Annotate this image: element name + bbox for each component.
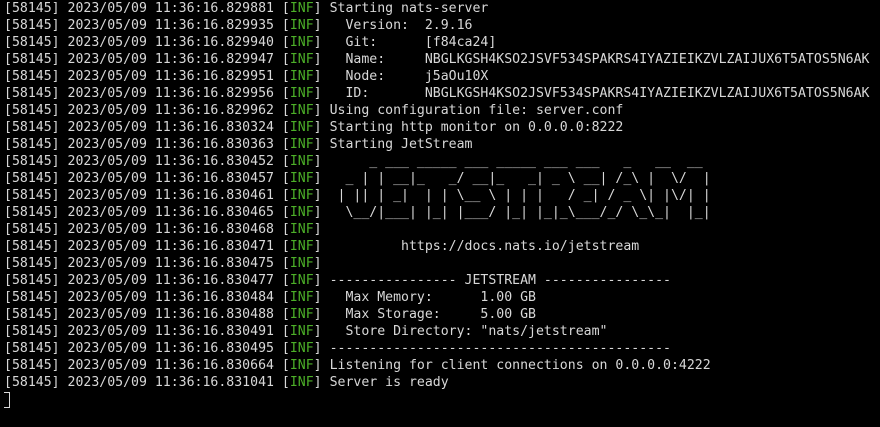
ascii-banner-line: \__/|___| |_| |___/ |_| |_|_\___/_/ \_\_…: [329, 205, 711, 220]
log-prefix: [58145] 2023/05/09 11:36:16.830471: [4, 239, 282, 254]
log-level: INF: [289, 103, 314, 118]
log-level: INF: [289, 1, 314, 16]
log-level: INF: [289, 120, 314, 135]
log-message: Store Directory: "nats/jetstream": [329, 324, 608, 339]
log-level: INF: [289, 205, 314, 220]
log-prefix: [58145] 2023/05/09 11:36:16.830477: [4, 273, 282, 288]
log-line: [58145] 2023/05/09 11:36:16.830468 [INF]: [4, 222, 330, 237]
log-message: Starting http monitor on 0.0.0.0:8222: [329, 120, 624, 135]
log-line: [58145] 2023/05/09 11:36:16.831041 [INF]…: [4, 375, 449, 390]
log-line: [58145] 2023/05/09 11:36:16.830363 [INF]…: [4, 137, 473, 152]
log-prefix: [58145] 2023/05/09 11:36:16.830457: [4, 171, 282, 186]
log-level: INF: [289, 35, 314, 50]
log-line: [58145] 2023/05/09 11:36:16.830495 [INF]…: [4, 341, 671, 356]
log-line: [58145] 2023/05/09 11:36:16.829935 [INF]…: [4, 18, 473, 33]
log-level: INF: [289, 375, 314, 390]
log-output: [58145] 2023/05/09 11:36:16.829881 [INF]…: [4, 0, 880, 408]
log-level: INF: [289, 222, 314, 237]
log-message: Listening for client connections on 0.0.…: [329, 358, 711, 373]
log-line: [58145] 2023/05/09 11:36:16.829951 [INF]…: [4, 69, 489, 84]
log-line: [58145] 2023/05/09 11:36:16.830664 [INF]…: [4, 358, 711, 373]
prompt-line[interactable]: [4, 391, 880, 408]
log-message: Using configuration file: server.conf: [329, 103, 624, 118]
log-level: INF: [289, 324, 314, 339]
log-level: INF: [289, 69, 314, 84]
log-level: INF: [289, 171, 314, 186]
log-message: Git: [f84ca24]: [329, 35, 497, 50]
log-prefix: [58145] 2023/05/09 11:36:16.830461: [4, 188, 282, 203]
log-level: INF: [289, 341, 314, 356]
ascii-banner-line: _ | | __|_ _/ __|_ _| _ \ __| /_\ | \/ |: [329, 171, 711, 186]
log-message: ID: NBGLKGSH4KSO2JSVF534SPAKRS4IYAZIEIKZ…: [329, 86, 870, 101]
log-level: INF: [289, 86, 314, 101]
ascii-banner-line: _ ___ _____ ___ _____ ___ ___ _ __ __: [329, 154, 703, 169]
log-line: [58145] 2023/05/09 11:36:16.830457 [INF]…: [4, 171, 711, 186]
log-prefix: [58145] 2023/05/09 11:36:16.830491: [4, 324, 282, 339]
log-prefix: [58145] 2023/05/09 11:36:16.830324: [4, 120, 282, 135]
log-prefix: [58145] 2023/05/09 11:36:16.830664: [4, 358, 282, 373]
log-level: INF: [289, 52, 314, 67]
log-level: INF: [289, 188, 314, 203]
log-prefix: [58145] 2023/05/09 11:36:16.831041: [4, 375, 282, 390]
log-line: [58145] 2023/05/09 11:36:16.830452 [INF]…: [4, 154, 703, 169]
log-level: INF: [289, 307, 314, 322]
log-prefix: [58145] 2023/05/09 11:36:16.830495: [4, 341, 282, 356]
log-level: INF: [289, 256, 314, 271]
log-prefix: [58145] 2023/05/09 11:36:16.829951: [4, 69, 282, 84]
log-level: INF: [289, 137, 314, 152]
log-prefix: [58145] 2023/05/09 11:36:16.829962: [4, 103, 282, 118]
jetstream-header: ---------------- JETSTREAM -------------…: [329, 273, 671, 288]
log-line: [58145] 2023/05/09 11:36:16.829956 [INF]…: [4, 86, 870, 101]
log-prefix: [58145] 2023/05/09 11:36:16.830488: [4, 307, 282, 322]
log-line: [58145] 2023/05/09 11:36:16.830488 [INF]…: [4, 307, 536, 322]
docs-url: https://docs.nats.io/jetstream: [329, 239, 640, 254]
log-prefix: [58145] 2023/05/09 11:36:16.830465: [4, 205, 282, 220]
log-line: [58145] 2023/05/09 11:36:16.830491 [INF]…: [4, 324, 608, 339]
log-message: Max Memory: 1.00 GB: [329, 290, 536, 305]
log-line: [58145] 2023/05/09 11:36:16.830461 [INF]…: [4, 188, 711, 203]
log-line: [58145] 2023/05/09 11:36:16.829962 [INF]…: [4, 103, 624, 118]
terminal-window[interactable]: [58145] 2023/05/09 11:36:16.829881 [INF]…: [0, 0, 880, 427]
log-prefix: [58145] 2023/05/09 11:36:16.830484: [4, 290, 282, 305]
log-prefix: [58145] 2023/05/09 11:36:16.830452: [4, 154, 282, 169]
log-message: Starting JetStream: [329, 137, 473, 152]
log-prefix: [58145] 2023/05/09 11:36:16.830363: [4, 137, 282, 152]
log-prefix: [58145] 2023/05/09 11:36:16.829940: [4, 35, 282, 50]
log-line: [58145] 2023/05/09 11:36:16.829881 [INF]…: [4, 1, 489, 16]
log-level: INF: [289, 18, 314, 33]
log-line: [58145] 2023/05/09 11:36:16.830477 [INF]…: [4, 273, 671, 288]
log-line: [58145] 2023/05/09 11:36:16.829940 [INF]…: [4, 35, 497, 50]
log-message: Max Storage: 5.00 GB: [329, 307, 536, 322]
log-prefix: [58145] 2023/05/09 11:36:16.830475: [4, 256, 282, 271]
log-prefix: [58145] 2023/05/09 11:36:16.829935: [4, 18, 282, 33]
jetstream-footer: ----------------------------------------…: [329, 341, 671, 356]
log-level: INF: [289, 290, 314, 305]
log-level: INF: [289, 358, 314, 373]
log-level: INF: [289, 273, 314, 288]
log-level: INF: [289, 154, 314, 169]
log-message: Starting nats-server: [329, 1, 489, 16]
log-line: [58145] 2023/05/09 11:36:16.830324 [INF]…: [4, 120, 624, 135]
ascii-banner-line: | || | _| | | \__ \ | | | / _| / _ \| |\…: [329, 188, 711, 203]
log-line: [58145] 2023/05/09 11:36:16.830471 [INF]…: [4, 239, 640, 254]
log-message: Node: j5aOu10X: [329, 69, 489, 84]
log-line: [58145] 2023/05/09 11:36:16.830484 [INF]…: [4, 290, 536, 305]
log-message: Server is ready: [329, 375, 449, 390]
log-prefix: [58145] 2023/05/09 11:36:16.829947: [4, 52, 282, 67]
cursor-block: [4, 392, 10, 408]
log-message: Version: 2.9.16: [329, 18, 473, 33]
log-prefix: [58145] 2023/05/09 11:36:16.830468: [4, 222, 282, 237]
log-message: Name: NBGLKGSH4KSO2JSVF534SPAKRS4IYAZIEI…: [329, 52, 870, 67]
log-prefix: [58145] 2023/05/09 11:36:16.829956: [4, 86, 282, 101]
log-line: [58145] 2023/05/09 11:36:16.830475 [INF]: [4, 256, 330, 271]
log-line: [58145] 2023/05/09 11:36:16.830465 [INF]…: [4, 205, 711, 220]
log-level: INF: [289, 239, 314, 254]
log-line: [58145] 2023/05/09 11:36:16.829947 [INF]…: [4, 52, 870, 67]
log-prefix: [58145] 2023/05/09 11:36:16.829881: [4, 1, 282, 16]
